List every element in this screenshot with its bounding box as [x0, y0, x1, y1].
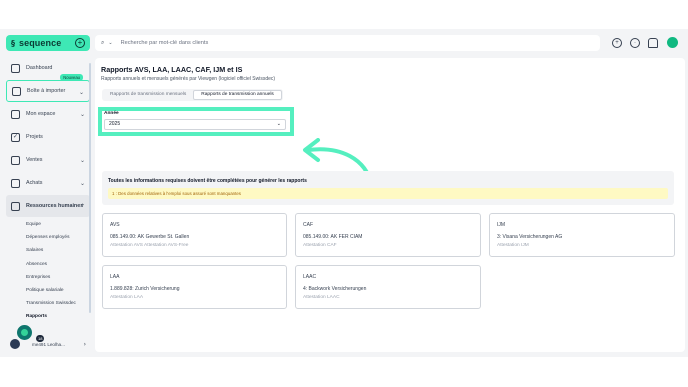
- user-name: me491 Leolha...: [32, 341, 65, 347]
- info-panel: Toutes les informations requises doivent…: [102, 171, 674, 205]
- sidebar: § sequence + Dashboard Boîte à importer …: [6, 35, 90, 351]
- add-icon[interactable]: +: [75, 38, 85, 48]
- card-attestation[interactable]: Attestation LAAC: [303, 295, 340, 300]
- sidebar-item-label: Dashboard: [26, 65, 53, 71]
- sidebar-item-label: Projets: [26, 134, 43, 140]
- submenu-item-transmission[interactable]: Transmission Swissdec: [26, 297, 90, 310]
- inbox-icon: [12, 86, 21, 96]
- card-title: AVS: [110, 222, 120, 228]
- chevron-up-icon: ⌃: [79, 203, 85, 210]
- logo-mark: §: [11, 38, 15, 48]
- app-frame: § sequence + Dashboard Boîte à importer …: [0, 29, 688, 357]
- sidebar-nav: Dashboard Boîte à importer Nouveau ⌄ Mon…: [6, 57, 90, 324]
- sidebar-item-achats[interactable]: Achats ⌄: [6, 172, 90, 194]
- card-title: IJM: [497, 222, 506, 228]
- chevron-down-icon: ⌄: [78, 89, 84, 96]
- home-icon: [11, 63, 20, 73]
- sidebar-submenu: Equipe Dépenses employés Salaires Absenc…: [6, 218, 90, 324]
- submenu-item-salaires[interactable]: Salaires: [26, 244, 90, 257]
- card-attestation[interactable]: Attestation AVS Attestation AVS-Free: [110, 243, 188, 248]
- add-circle-icon[interactable]: +: [612, 38, 622, 48]
- people-icon: [11, 201, 20, 211]
- chevron-down-icon: ⌄: [79, 180, 85, 187]
- report-card-laac[interactable]: LAAC 4: Backwork Versicherungen Attestat…: [295, 265, 481, 309]
- card-value: 085.149.00: AK Gewerbe St. Gallen: [110, 234, 190, 240]
- search-bar[interactable]: ⌕ ⌄ Recherche par mot-clé dans clients: [95, 35, 600, 51]
- chevron-down-icon: ⌄: [79, 157, 85, 164]
- card-attestation[interactable]: Attestation LAA: [110, 295, 143, 300]
- chevron-down-icon[interactable]: ⌄: [108, 40, 112, 46]
- chevron-down-icon: ⌄: [79, 111, 85, 118]
- page-subtitle: Rapports annuels et mensuels générés par…: [101, 76, 276, 82]
- sidebar-item-ressources-humaines[interactable]: Ressources humaines ⌃: [6, 195, 90, 217]
- submenu-item-equipe[interactable]: Equipe: [26, 218, 90, 231]
- tab-monthly[interactable]: Rapports de transmission mensuels: [103, 90, 193, 100]
- chevron-down-icon: ⌄: [276, 121, 281, 127]
- sidebar-item-boite[interactable]: Boîte à importer Nouveau ⌄: [6, 74, 90, 102]
- tab-annual[interactable]: Rapports de transmission annuels: [193, 90, 282, 100]
- info-title: Toutes les informations requises doivent…: [108, 178, 307, 184]
- avatar: [10, 339, 20, 349]
- year-highlight-box: Année 2025 ⌄: [98, 107, 294, 136]
- person-icon: [11, 109, 20, 119]
- card-attestation[interactable]: Attestation CAF: [303, 243, 337, 248]
- check-icon: ✓: [11, 132, 20, 142]
- card-title: CAF: [303, 222, 313, 228]
- brand-name: sequence: [19, 38, 62, 48]
- sidebar-item-projets[interactable]: ✓ Projets: [6, 126, 90, 148]
- card-attestation[interactable]: Attestation IJM: [497, 243, 529, 248]
- page-title: Rapports AVS, LAA, LAAC, CAF, IJM et IS: [101, 65, 243, 74]
- top-bar: ⌕ ⌄ Recherche par mot-clé dans clients +…: [95, 35, 687, 51]
- submenu-item-politique[interactable]: Politique salariale: [26, 284, 90, 297]
- sidebar-item-ventes[interactable]: Ventes ⌄: [6, 149, 90, 171]
- card-value: 1.889.828: Zurich Versicherung: [110, 286, 180, 292]
- card-value: 085.149.00: AK FER CIAM: [303, 234, 363, 240]
- new-badge: Nouveau: [60, 74, 83, 81]
- year-value: 2025: [109, 121, 121, 127]
- submenu-item-absences[interactable]: Absences: [26, 258, 90, 271]
- logo[interactable]: § sequence +: [6, 35, 90, 51]
- submenu-item-entreprises[interactable]: Entreprises: [26, 271, 90, 284]
- bell-icon[interactable]: [648, 38, 658, 48]
- lock-icon: [11, 155, 20, 165]
- card-value: 4: Backwork Versicherungen: [303, 286, 367, 292]
- main-content: Rapports AVS, LAA, LAAC, CAF, IJM et IS …: [95, 58, 685, 352]
- clock-icon[interactable]: ·: [630, 38, 640, 48]
- card-title: LAA: [110, 274, 120, 280]
- sidebar-scrollbar[interactable]: [89, 63, 91, 313]
- year-label: Année: [104, 111, 119, 116]
- bag-icon: [11, 178, 20, 188]
- report-tabs: Rapports de transmission mensuels Rappor…: [102, 89, 283, 101]
- report-card-ijm[interactable]: IJM 3: Visana Versicherungen AG Attestat…: [489, 213, 675, 257]
- sidebar-item-mon-espace[interactable]: Mon espace ⌄: [6, 103, 90, 125]
- user-avatar[interactable]: [667, 37, 678, 48]
- report-card-caf[interactable]: CAF 085.149.00: AK FER CIAM Attestation …: [295, 213, 481, 257]
- search-input[interactable]: Recherche par mot-clé dans clients: [121, 40, 209, 46]
- submenu-item-rapports[interactable]: Rapports: [26, 310, 90, 323]
- report-card-avs[interactable]: AVS 085.149.00: AK Gewerbe St. Gallen At…: [102, 213, 287, 257]
- chevron-right-icon: ›: [83, 340, 86, 348]
- chat-bubble-icon[interactable]: [17, 325, 32, 340]
- sidebar-item-label: Mon espace: [26, 111, 56, 117]
- card-title: LAAC: [303, 274, 317, 280]
- search-icon: ⌕: [101, 39, 105, 46]
- warning-banner: 1 : Des données relatives à l'emploi sou…: [108, 188, 668, 199]
- card-value: 3: Visana Versicherungen AG: [497, 234, 563, 240]
- submenu-item-depenses[interactable]: Dépenses employés: [26, 231, 90, 244]
- sidebar-item-label: Ressources humaines: [26, 203, 84, 209]
- sidebar-item-label: Achats: [26, 180, 43, 186]
- year-select[interactable]: 2025 ⌄: [104, 119, 286, 130]
- sidebar-item-label: Boîte à importer: [27, 88, 66, 94]
- report-card-laa[interactable]: LAA 1.889.828: Zurich Versicherung Attes…: [102, 265, 287, 309]
- sidebar-item-label: Ventes: [26, 157, 43, 163]
